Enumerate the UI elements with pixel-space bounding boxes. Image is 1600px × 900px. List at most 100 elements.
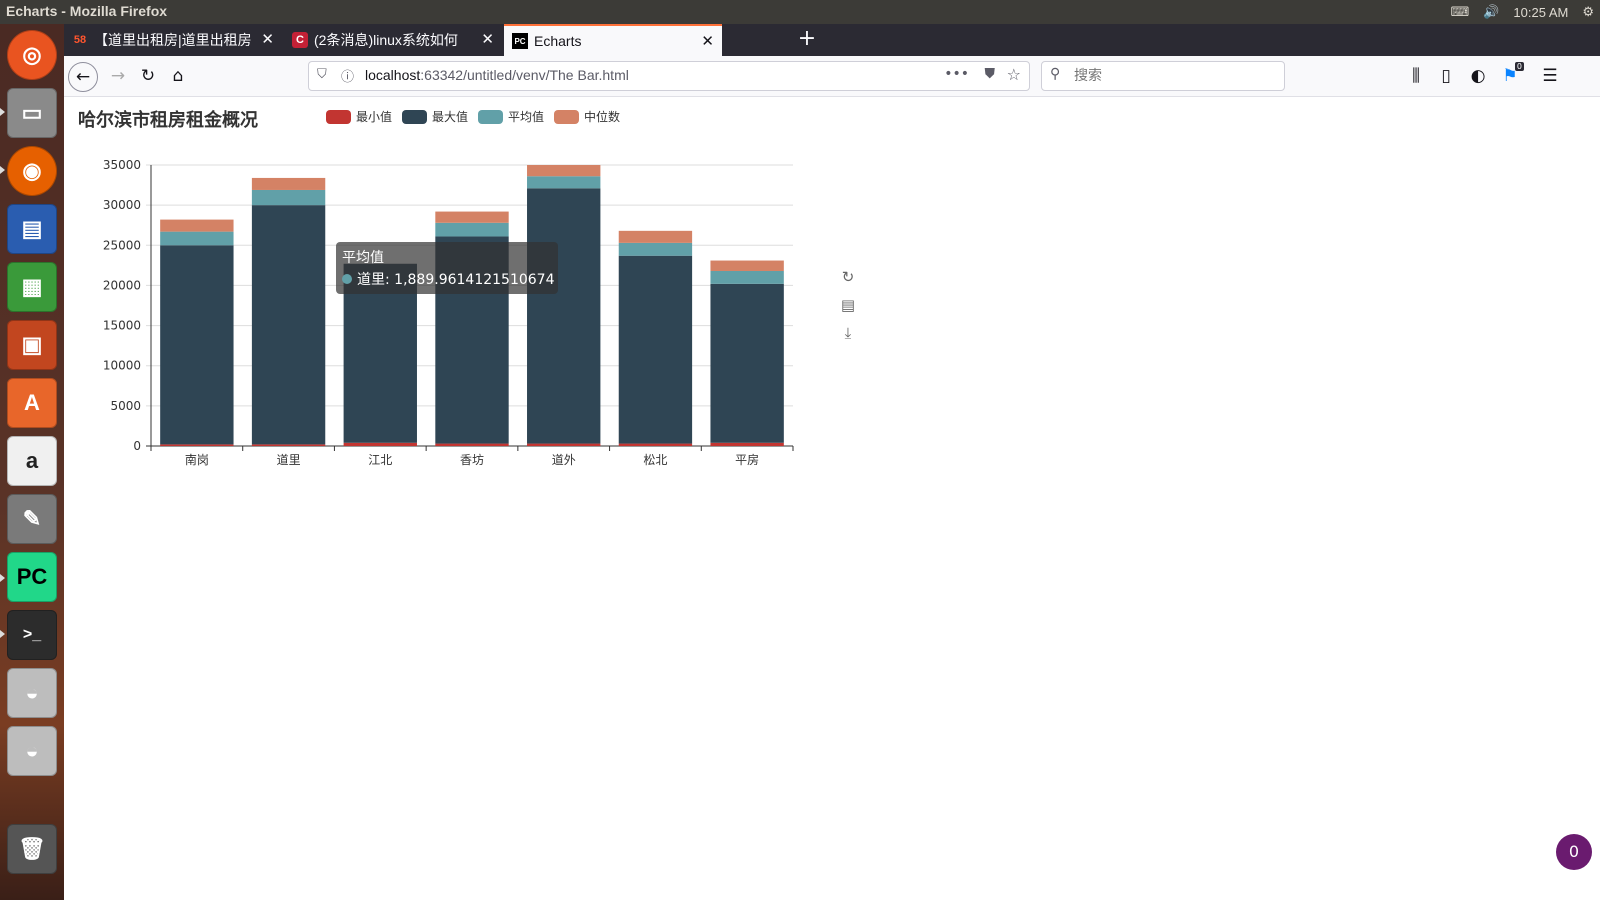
bar-segment bbox=[527, 443, 601, 446]
drive-icon[interactable]: ◒ bbox=[7, 668, 57, 718]
y-tick-label: 15000 bbox=[103, 319, 141, 333]
y-tick-label: 10000 bbox=[103, 359, 141, 373]
amazon-icon[interactable]: a bbox=[7, 436, 57, 486]
search-icon: ⚲ bbox=[1050, 66, 1061, 82]
system-top-bar: Echarts - Mozilla Firefox ⌨ 🔊 10:25 AM ⚙ bbox=[0, 0, 1600, 24]
search-input[interactable] bbox=[1072, 66, 1276, 84]
bar-segment bbox=[160, 444, 234, 446]
home-button[interactable]: ⌂ bbox=[164, 62, 192, 90]
bar-segment bbox=[160, 231, 234, 246]
terminal-icon[interactable]: >_ bbox=[7, 610, 57, 660]
bar-segment bbox=[527, 188, 601, 444]
x-tick-label: 松北 bbox=[643, 453, 667, 467]
bar-segment bbox=[710, 442, 784, 446]
url-bar[interactable]: ⛉ ⓘ localhost:63342/untitled/venv/The Ba… bbox=[308, 61, 1030, 91]
new-tab-button[interactable]: + bbox=[795, 28, 819, 52]
keyboard-icon[interactable]: ⌨ bbox=[1450, 4, 1469, 20]
bar-segment bbox=[710, 260, 784, 271]
forward-button[interactable]: → bbox=[104, 62, 132, 90]
bar-segment bbox=[160, 245, 234, 445]
volume-icon[interactable]: 🔊 bbox=[1483, 4, 1499, 20]
files-icon[interactable]: ▭ bbox=[7, 88, 57, 138]
bar-segment bbox=[251, 444, 326, 446]
x-tick-label: 道外 bbox=[552, 453, 576, 467]
library-icon[interactable]: ⫼ bbox=[1402, 62, 1430, 90]
menu-icon[interactable]: ☰ bbox=[1536, 62, 1564, 90]
account-icon[interactable]: ◐ bbox=[1464, 62, 1492, 90]
tab-csdn[interactable]: C (2条消息)linux系统如何 ✕ bbox=[284, 24, 502, 56]
tab-58[interactable]: 58 【道里出租房|道里出租房 ✕ bbox=[64, 24, 282, 56]
info-icon[interactable]: ⓘ bbox=[341, 66, 354, 85]
bar-segment bbox=[435, 222, 509, 237]
close-tab-icon[interactable]: ✕ bbox=[261, 32, 274, 48]
bar-segment bbox=[435, 211, 509, 223]
tooltip-dot bbox=[342, 274, 352, 284]
shield-icon[interactable]: ⛉ bbox=[317, 67, 327, 82]
restore-icon[interactable]: ↻ bbox=[838, 268, 858, 288]
bar-segment bbox=[710, 283, 784, 443]
y-tick-label: 0 bbox=[133, 439, 141, 453]
x-tick-label: 香坊 bbox=[460, 452, 484, 467]
firefox-icon[interactable]: ◉ bbox=[7, 146, 57, 196]
y-tick-label: 20000 bbox=[103, 278, 141, 292]
y-tick-label: 5000 bbox=[110, 399, 141, 413]
impress-icon[interactable]: ▣ bbox=[7, 320, 57, 370]
reload-button[interactable]: ↻ bbox=[134, 62, 162, 90]
software-center-icon[interactable]: A bbox=[7, 378, 57, 428]
bookmark-star-icon[interactable]: ☆ bbox=[1007, 65, 1021, 84]
data-view-icon[interactable]: ▤ bbox=[838, 296, 858, 316]
pycharm-icon: PC bbox=[512, 33, 528, 49]
search-bar[interactable]: ⚲ bbox=[1041, 61, 1285, 91]
calc-icon[interactable]: ▦ bbox=[7, 262, 57, 312]
bar-segment bbox=[618, 242, 693, 256]
bar-segment bbox=[343, 442, 417, 446]
y-tick-label: 35000 bbox=[103, 158, 141, 172]
bar-segment bbox=[435, 443, 509, 446]
x-tick-label: 平房 bbox=[735, 452, 759, 467]
system-settings-icon[interactable]: ✎ bbox=[7, 494, 57, 544]
close-tab-icon[interactable]: ✕ bbox=[701, 34, 714, 50]
tab-label: Echarts bbox=[534, 33, 582, 49]
bar-segment bbox=[618, 255, 693, 444]
running-indicator bbox=[0, 166, 5, 174]
x-tick-label: 江北 bbox=[368, 453, 392, 467]
running-indicator bbox=[0, 574, 5, 582]
tab-label: (2条消息)linux系统如何 bbox=[314, 32, 458, 48]
chart-tooltip: 平均值 道里: 1,889.9614121510674 bbox=[336, 242, 558, 294]
bar-segment bbox=[710, 270, 784, 284]
tab-echarts[interactable]: PC Echarts ✕ bbox=[504, 24, 722, 56]
ubuntu-logo-icon[interactable]: ◎ bbox=[7, 30, 57, 80]
tooltip-line: 道里: 1,889.9614121510674 bbox=[342, 269, 555, 289]
back-button[interactable]: ← bbox=[68, 62, 98, 92]
clock[interactable]: 10:25 AM bbox=[1513, 5, 1568, 20]
pycharm-icon[interactable]: PC bbox=[7, 552, 57, 602]
extension-badge: 0 bbox=[1514, 62, 1524, 71]
notification-badge[interactable]: 0 bbox=[1556, 834, 1592, 870]
bar-segment bbox=[251, 205, 326, 445]
window-title: Echarts - Mozilla Firefox bbox=[6, 3, 168, 19]
close-tab-icon[interactable]: ✕ bbox=[481, 32, 494, 48]
tab-strip: 58 【道里出租房|道里出租房 ✕ C (2条消息)linux系统如何 ✕ PC… bbox=[64, 24, 1600, 56]
trash-icon[interactable]: 🗑 bbox=[7, 824, 57, 874]
58-icon: 58 bbox=[73, 34, 87, 46]
bar-segment bbox=[251, 177, 326, 190]
url-path: :63342/untitled/venv/The Bar.html bbox=[420, 67, 629, 83]
writer-icon[interactable]: ▤ bbox=[7, 204, 57, 254]
drive-icon[interactable]: ◒ bbox=[7, 726, 57, 776]
tab-label: 【道里出租房|道里出租房 bbox=[94, 32, 252, 48]
save-image-icon[interactable]: ⤓ bbox=[838, 324, 858, 344]
url-host: localhost bbox=[365, 67, 421, 83]
x-tick-label: 南岗 bbox=[185, 452, 209, 467]
csdn-icon: C bbox=[292, 32, 308, 48]
y-tick-label: 25000 bbox=[103, 238, 141, 252]
pocket-icon[interactable]: ⛊ bbox=[985, 66, 996, 82]
tooltip-title: 平均值 bbox=[342, 250, 384, 266]
settings-gear-icon[interactable]: ⚙ bbox=[1582, 4, 1594, 20]
bar-segment bbox=[618, 230, 693, 243]
extension-icon[interactable]: ⚑ 0 bbox=[1496, 62, 1524, 90]
bar-segment bbox=[527, 165, 601, 177]
sidebar-icon[interactable]: ▯ bbox=[1432, 62, 1460, 90]
page-actions-icon[interactable]: ••• bbox=[944, 66, 969, 82]
bar-segment bbox=[160, 219, 234, 232]
bar-segment bbox=[251, 189, 326, 206]
